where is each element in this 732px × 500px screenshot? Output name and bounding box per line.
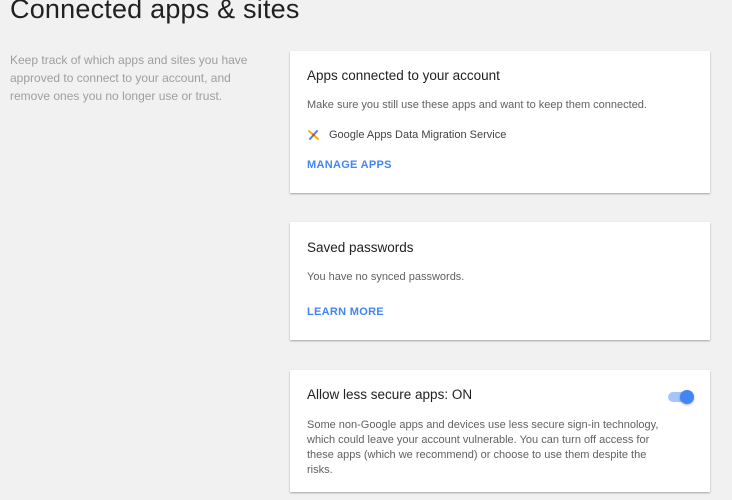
- connected-apps-card: Apps connected to your account Make sure…: [290, 51, 710, 193]
- less-secure-apps-toggle[interactable]: [668, 387, 694, 407]
- less-secure-apps-card: Allow less secure apps: ON Some non-Goog…: [290, 370, 710, 492]
- page-description: Keep track of which apps and sites you h…: [10, 53, 248, 103]
- learn-more-link[interactable]: LEARN MORE: [307, 306, 384, 318]
- saved-passwords-text: You have no synced passwords.: [307, 271, 465, 283]
- saved-passwords-card: Saved passwords You have no synced passw…: [290, 222, 710, 340]
- page-title: Connected apps & sites: [10, 0, 300, 24]
- app-name: Google Apps Data Migration Service: [329, 129, 507, 141]
- connected-apps-title: Apps connected to your account: [307, 68, 500, 83]
- manage-apps-link[interactable]: MANAGE APPS: [307, 159, 392, 171]
- data-migration-icon: [307, 128, 321, 142]
- connected-apps-text: Make sure you still use these apps and w…: [307, 99, 647, 111]
- less-secure-apps-title: Allow less secure apps: ON: [307, 387, 473, 402]
- saved-passwords-title: Saved passwords: [307, 240, 414, 255]
- toggle-thumb: [680, 390, 694, 404]
- app-list-item: Google Apps Data Migration Service: [307, 128, 506, 142]
- less-secure-apps-text: Some non-Google apps and devices use les…: [307, 419, 659, 476]
